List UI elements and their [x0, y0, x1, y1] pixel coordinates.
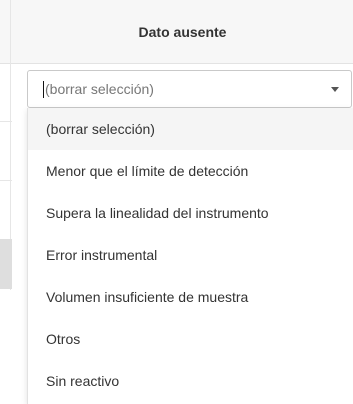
select-current-value: (borrar selección) — [45, 81, 154, 97]
option-no-reagent[interactable]: Sin reactivo — [28, 360, 353, 402]
row-divider — [0, 180, 12, 181]
option-exceeds-linearity[interactable]: Supera la linealidad del instrumento — [28, 192, 353, 234]
adjacent-cell — [0, 239, 12, 289]
option-below-detection-limit[interactable]: Menor que el límite de detección — [28, 150, 353, 192]
missing-data-select[interactable]: (borrar selección) — [27, 70, 352, 108]
select-dropdown-menu: (borrar selección) Menor que el límite d… — [27, 108, 353, 404]
column-header-title: Dato ausente — [138, 23, 227, 40]
select-input[interactable]: (borrar selección) — [43, 71, 154, 107]
option-clear-selection[interactable]: (borrar selección) — [28, 108, 353, 150]
column-header: Dato ausente — [0, 0, 353, 64]
option-other[interactable]: Otros — [28, 318, 353, 360]
option-insufficient-volume[interactable]: Volumen insuficiente de muestra — [28, 276, 353, 318]
row-divider — [0, 121, 12, 122]
text-caret — [43, 80, 44, 98]
chevron-down-icon[interactable] — [331, 87, 339, 92]
option-instrument-error[interactable]: Error instrumental — [28, 234, 353, 276]
